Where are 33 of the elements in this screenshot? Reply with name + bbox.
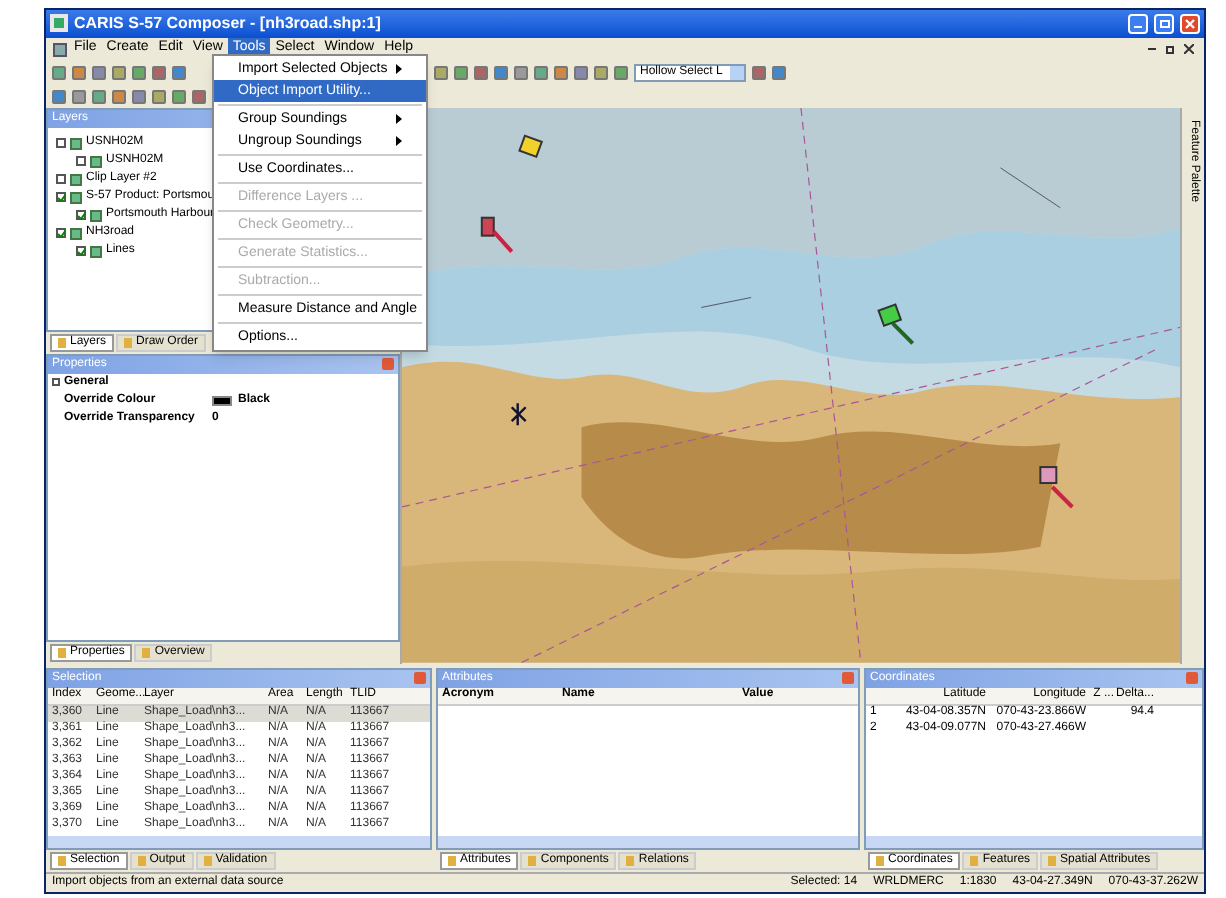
layer-checkbox[interactable] (76, 156, 86, 167)
close-icon[interactable] (414, 672, 426, 685)
submenu-arrow-icon (396, 64, 402, 75)
close-button[interactable] (1180, 13, 1200, 34)
beacon-symbol (1039, 466, 1074, 509)
buoy-symbol (518, 134, 544, 159)
close-icon[interactable] (382, 358, 394, 371)
layer-checkbox[interactable] (56, 138, 66, 149)
beacon-symbol (877, 303, 915, 346)
horizontal-scrollbar[interactable] (48, 836, 430, 849)
close-icon[interactable] (842, 672, 854, 685)
layer-checkbox[interactable] (76, 210, 86, 221)
depth-contour-line (999, 167, 1061, 209)
layer-checkbox[interactable] (76, 246, 86, 257)
layer-checkbox[interactable] (56, 192, 66, 203)
window-title: CARIS S-57 Composer - [nh3road.shp:1] (74, 11, 381, 36)
maximize-button[interactable] (1154, 13, 1174, 34)
close-icon[interactable] (1186, 672, 1198, 685)
anchorage-symbol (510, 402, 527, 427)
app-icon (50, 14, 68, 33)
mdi-close-icon[interactable] (1184, 44, 1194, 55)
mdi-restore-icon[interactable] (1166, 45, 1174, 54)
minimize-button[interactable] (1128, 13, 1148, 34)
layer-checkbox[interactable] (56, 174, 66, 185)
collapse-icon[interactable] (52, 378, 60, 387)
mdi-minimize-icon[interactable] (1148, 48, 1156, 51)
document-icon (52, 41, 68, 58)
colour-swatch[interactable] (212, 395, 232, 406)
layer-checkbox[interactable] (56, 228, 66, 239)
beacon-symbol (480, 217, 514, 254)
horizontal-scrollbar[interactable] (866, 836, 1202, 849)
horizontal-scrollbar[interactable] (438, 836, 858, 849)
depth-contour-line (700, 297, 752, 309)
